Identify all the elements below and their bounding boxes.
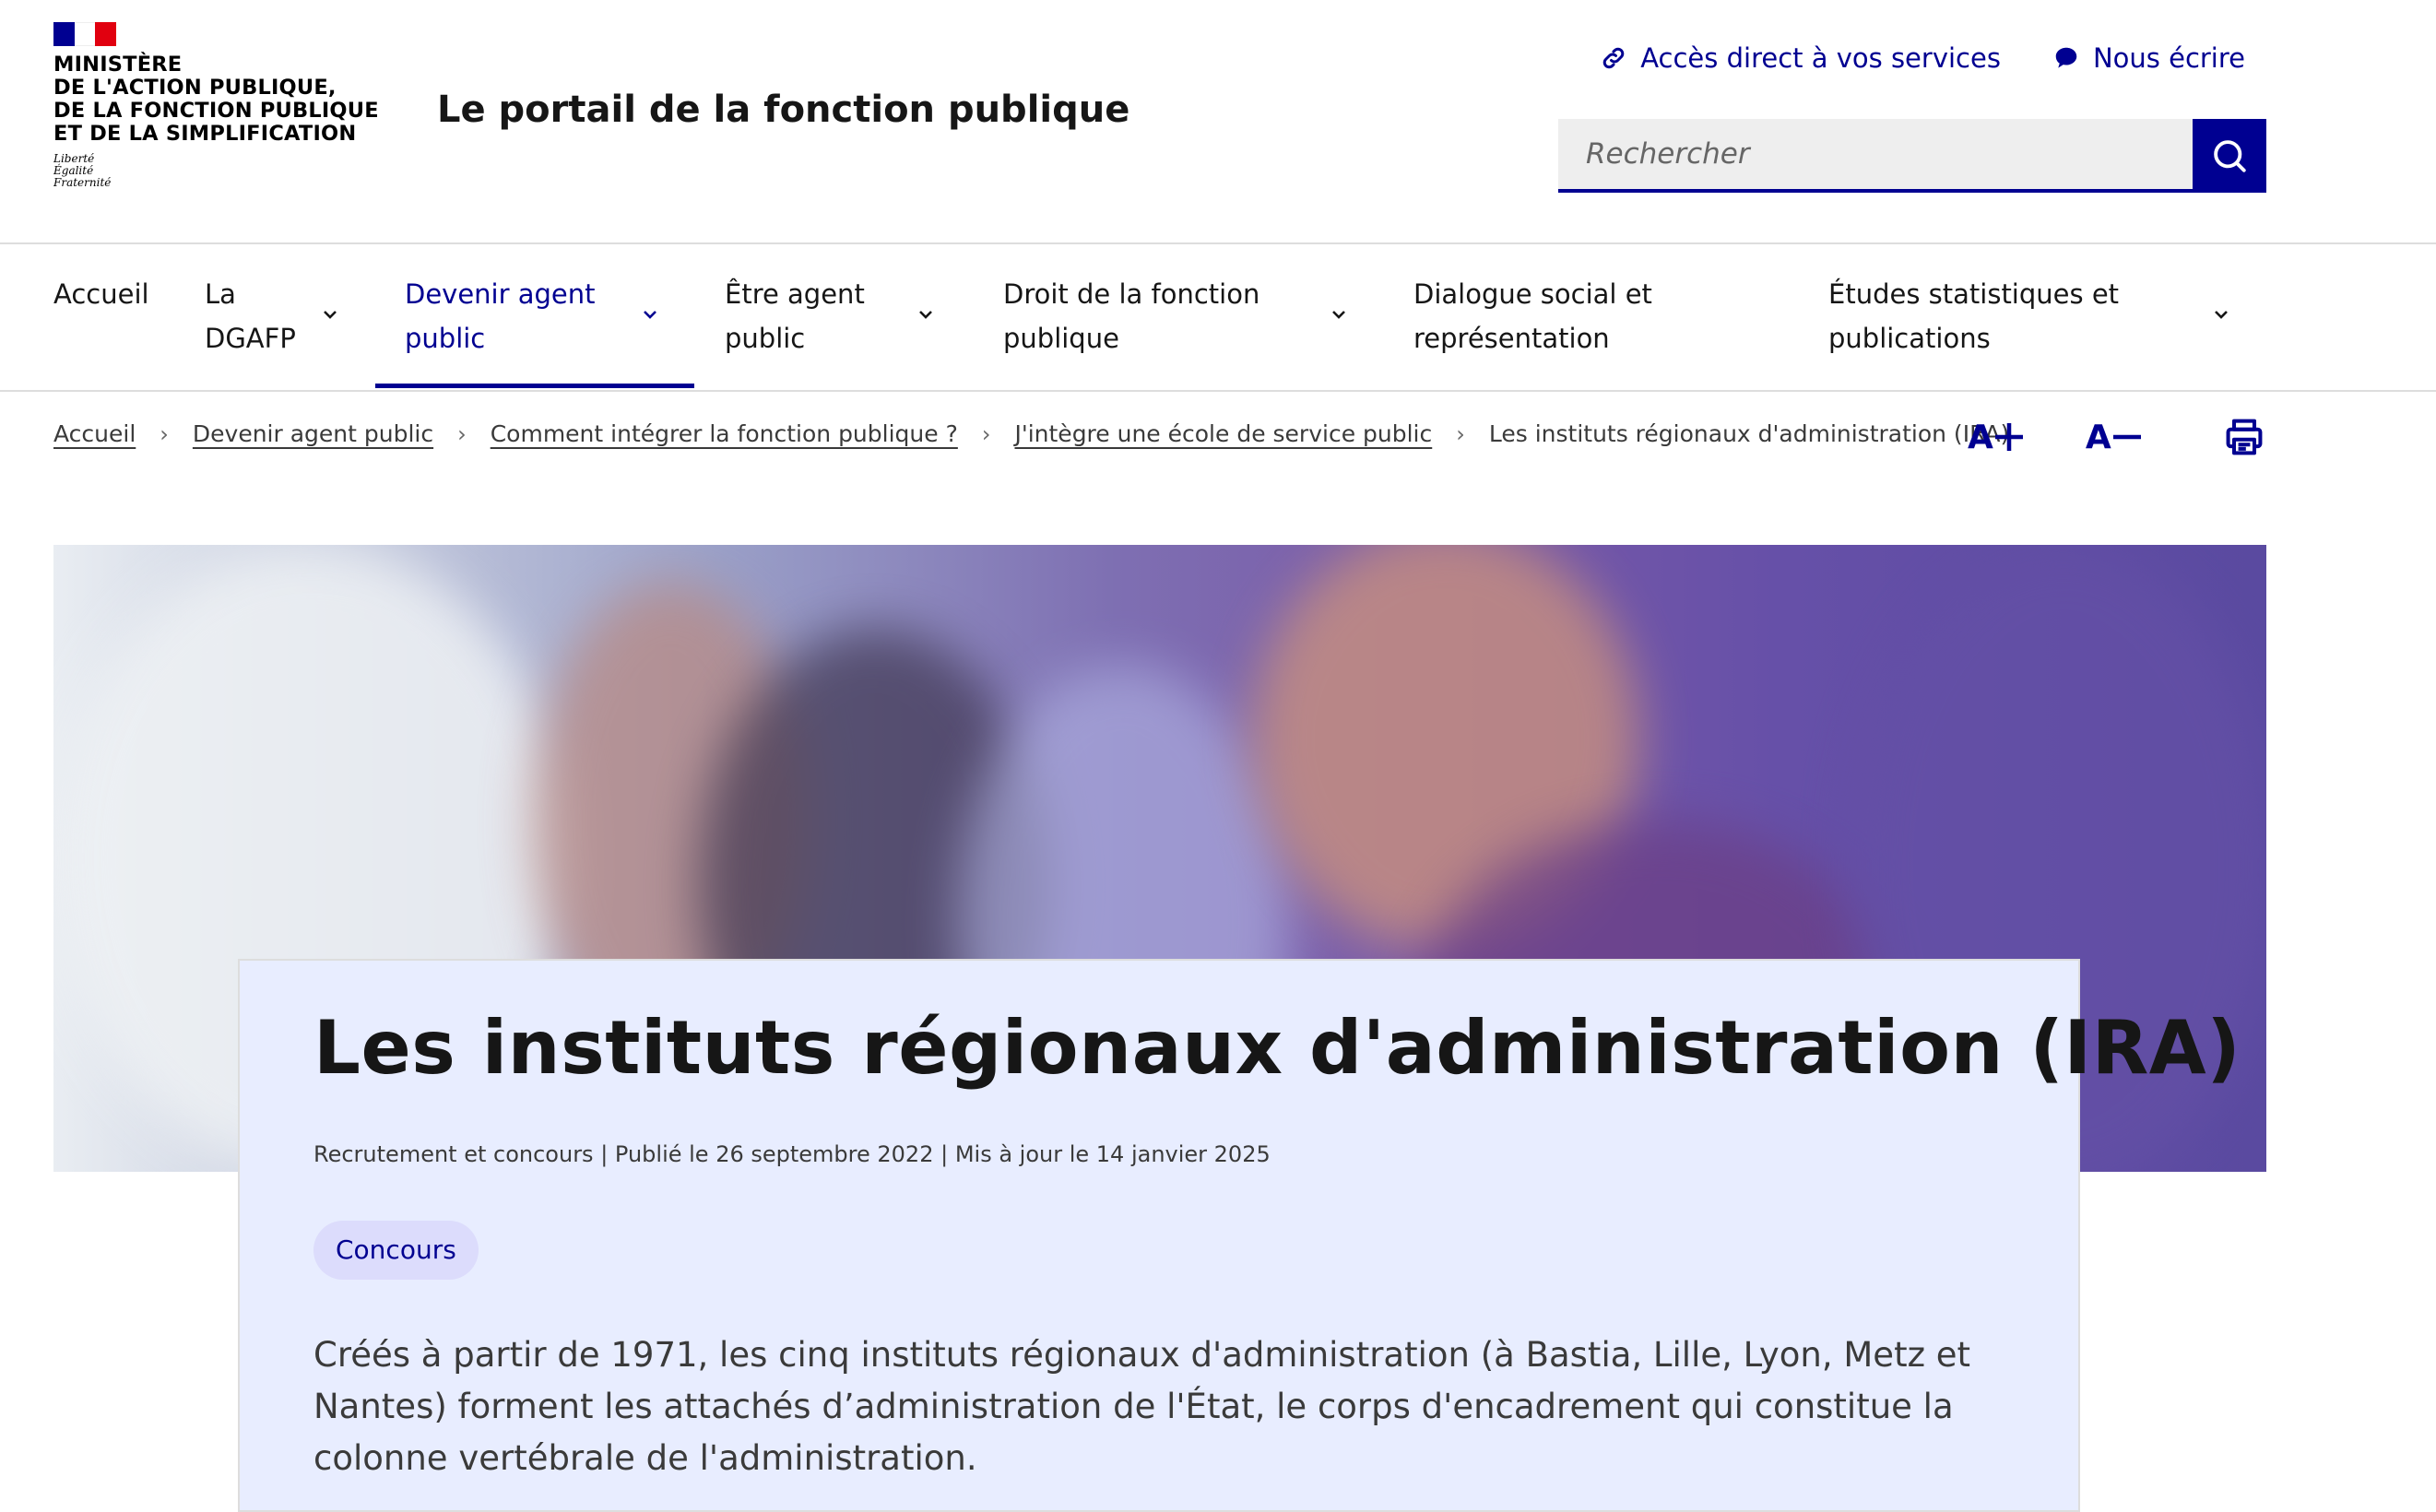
site-header: MINISTÈRE DE L'ACTION PUBLIQUE, DE LA FO… [0,0,2436,244]
breadcrumb-current: Les instituts régionaux d'administration… [1488,420,2010,447]
nav-item-label: Accueil [53,278,149,310]
print-button[interactable] [2224,417,2265,457]
breadcrumb-link-comment-integrer[interactable]: Comment intégrer la fonction publique ? [491,420,958,447]
chevron-down-icon [1332,311,1345,319]
breadcrumb-link-devenir-agent-public[interactable]: Devenir agent public [193,420,433,447]
chevron-down-icon [2215,311,2228,319]
quick-links: Accès direct à vos services Nous écrire [1600,42,2245,74]
plus-icon [1994,422,2023,452]
nav-item-droit-fonction-publique[interactable]: Droit de la fonction publique [1003,244,1354,388]
nav-item-dgafp[interactable]: La DGAFP [205,244,343,388]
increase-font-label: A [1968,418,1993,456]
article-meta: Recrutement et concours | Publié le 26 s… [313,1141,1271,1167]
republic-motto: Liberté Égalité Fraternité [53,153,385,189]
decrease-font-button[interactable]: A [2086,419,2143,456]
nav-item-label: Devenir agent public [405,278,596,354]
chat-bubble-icon [2055,47,2077,68]
nav-item-dialogue-social[interactable]: Dialogue social et représentation [1413,244,1709,388]
search-bar [1558,119,2266,193]
tag-concours[interactable]: Concours [313,1221,479,1280]
ministry-line: ET DE LA SIMPLIFICATION [53,122,357,146]
nav-item-devenir-agent-public[interactable]: Devenir agent public [375,244,694,388]
ministry-name: MINISTÈRE DE L'ACTION PUBLIQUE, DE LA FO… [53,53,385,146]
breadcrumb-link-accueil[interactable]: Accueil [53,420,136,447]
site-title[interactable]: Le portail de la fonction publique [437,89,1129,131]
chevron-right-icon: › [1456,420,1465,447]
chevron-down-icon [324,311,337,319]
ministry-line: DE LA FONCTION PUBLIQUE [53,99,379,123]
motto-line: Liberté [53,152,95,165]
chevron-right-icon: › [160,420,169,447]
motto-line: Fraternité [53,176,112,189]
printer-icon [2226,419,2263,455]
direct-access-link[interactable]: Accès direct à vos services [1600,42,2001,74]
minus-icon [2112,434,2141,440]
main-navigation: Accueil La DGAFP Devenir agent public Êt… [0,244,2436,392]
breadcrumb: Accueil › Devenir agent public › Comment… [53,420,2009,447]
decrease-font-label: A [2085,418,2111,456]
article-header-card: Les instituts régionaux d'administration… [238,959,2241,1512]
nav-item-etre-agent-public[interactable]: Être agent public [725,244,946,388]
nav-item-label: Études statistiques et publications [1828,278,2120,354]
breadcrumb-link-ecole-service-public[interactable]: J'intègre une école de service public [1014,420,1432,447]
nav-item-etudes-statistiques[interactable]: Études statistiques et publications [1828,244,2243,388]
contact-label: Nous écrire [2092,42,2245,74]
ministry-line: MINISTÈRE [53,53,183,77]
chevron-right-icon: › [457,420,467,447]
direct-access-label: Accès direct à vos services [1640,42,2001,74]
chevron-down-icon [644,311,656,319]
search-input[interactable] [1558,119,2193,193]
link-icon [1602,47,1625,69]
french-flag-icon [53,22,117,46]
contact-link[interactable]: Nous écrire [2052,42,2245,74]
nav-item-label: La DGAFP [205,278,296,354]
search-icon [2214,140,2246,172]
marianne-logo[interactable]: MINISTÈRE DE L'ACTION PUBLIQUE, DE LA FO… [53,22,385,189]
chevron-down-icon [919,311,932,319]
chevron-right-icon: › [981,420,991,447]
article-lead: Créés à partir de 1971, les cinq institu… [313,1335,1971,1478]
ministry-line: DE L'ACTION PUBLIQUE, [53,76,337,100]
nav-item-label: Droit de la fonction publique [1003,278,1260,354]
page-title: Les instituts régionaux d'administration… [313,1005,2241,1091]
nav-item-label: Être agent public [725,278,865,354]
nav-item-label: Dialogue social et représentation [1413,278,1652,354]
page-tools: A A [1968,417,2265,457]
increase-font-button[interactable]: A [1968,419,2025,456]
search-button[interactable] [2193,119,2266,193]
